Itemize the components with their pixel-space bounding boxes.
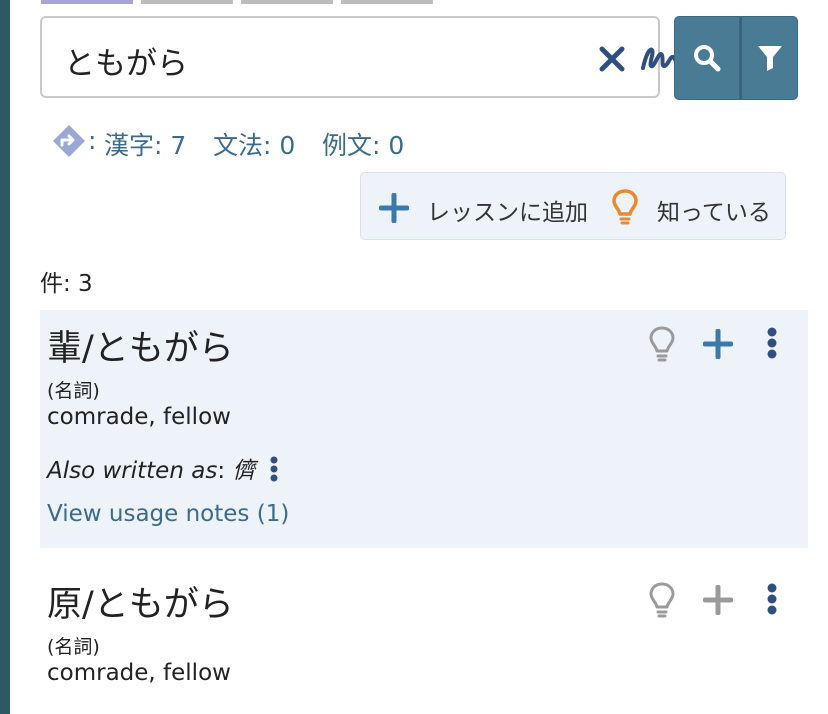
usage-notes-link[interactable]: View usage notes (1) xyxy=(47,501,289,527)
entry-gloss: comrade, fellow xyxy=(47,660,231,686)
search-input[interactable]: ともがら xyxy=(40,16,683,98)
tab-indicator[interactable] xyxy=(141,0,233,4)
i-know-label[interactable]: 知っている xyxy=(657,193,771,227)
tab-indicator[interactable] xyxy=(341,0,433,4)
search-icon xyxy=(694,45,721,72)
filter-button[interactable] xyxy=(740,16,798,100)
left-rail xyxy=(0,0,10,714)
filter-icon xyxy=(757,46,782,71)
tab-indicator[interactable] xyxy=(241,0,333,4)
tab-indicator-active[interactable] xyxy=(41,0,133,4)
mark-known-button[interactable] xyxy=(648,581,676,623)
bulk-action-panel: レッスンに追加 知っている xyxy=(360,172,786,240)
lightbulb-icon xyxy=(649,582,675,618)
entry-menu-button[interactable] xyxy=(766,327,778,363)
search-input-value[interactable]: ともがら xyxy=(64,38,188,83)
counts-separator: : xyxy=(88,126,97,155)
entry-gloss: comrade, fellow xyxy=(47,404,231,430)
plus-icon xyxy=(702,328,734,360)
clear-icon[interactable] xyxy=(597,40,627,76)
search-button[interactable] xyxy=(674,16,740,100)
entry-alternate-forms: Also written as: 儕 xyxy=(47,451,279,485)
entry-headword: 輩/ともがら xyxy=(47,329,234,369)
more-vertical-icon[interactable] xyxy=(269,456,279,482)
result-count: 件: 3 xyxy=(40,271,93,297)
more-vertical-icon xyxy=(767,583,777,615)
entry-menu-button[interactable] xyxy=(766,583,778,619)
also-written-value: 儕 xyxy=(232,458,256,484)
add-entry-button[interactable] xyxy=(702,584,734,619)
examples-count-link[interactable]: 例文: 0 xyxy=(322,126,404,162)
entry-headword: 原/ともがら xyxy=(47,585,234,625)
add-to-lesson-label[interactable]: レッスンに追加 xyxy=(427,193,588,227)
entry-part-of-speech: (名詞) xyxy=(47,636,100,658)
grammar-count-link[interactable]: 文法: 0 xyxy=(213,126,295,162)
add-to-lesson-button[interactable] xyxy=(378,192,410,227)
route-icon xyxy=(52,124,86,158)
result-entry[interactable]: 原/ともがら (名詞) comrade, fellow xyxy=(40,566,808,714)
result-entry[interactable]: 輩/ともがら (名詞) comrade, fellow Also written… xyxy=(40,310,808,548)
more-vertical-icon xyxy=(767,327,777,359)
entry-part-of-speech: (名詞) xyxy=(47,380,100,402)
search-actions xyxy=(674,16,798,100)
i-know-button[interactable] xyxy=(611,188,639,230)
lightbulb-icon xyxy=(649,326,675,362)
plus-icon xyxy=(702,584,734,616)
add-entry-button[interactable] xyxy=(702,328,734,363)
also-written-label: Also written as xyxy=(47,458,218,484)
mark-known-button[interactable] xyxy=(648,325,676,367)
lightbulb-icon xyxy=(612,189,638,225)
kanji-count-link[interactable]: 漢字: 7 xyxy=(104,126,186,162)
plus-icon xyxy=(378,192,410,224)
